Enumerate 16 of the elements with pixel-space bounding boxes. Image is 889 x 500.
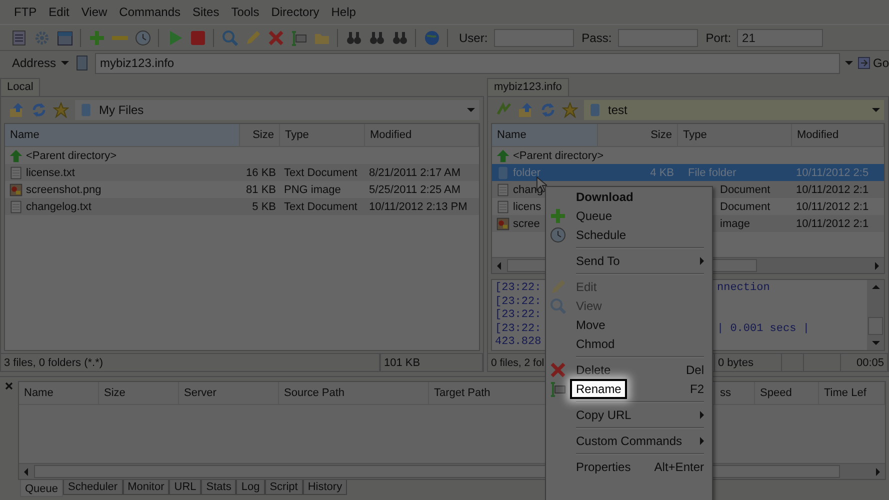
port-label: Port: (706, 30, 732, 45)
log-line: [23:22: (495, 296, 542, 308)
shortcut-text: F2 (690, 382, 704, 396)
log-line: [23:22: (495, 282, 542, 294)
transferred-size: 0 bytes (715, 354, 782, 372)
total-size: 101 KB (380, 354, 483, 372)
log-line: nnection (717, 282, 770, 296)
elapsed-time: 00:05 (841, 354, 888, 372)
log-line: [23:22: (495, 309, 542, 322)
log-line: 423.828 (495, 336, 542, 348)
status-text: 3 files, 0 folders (*.*) (1, 354, 380, 372)
user-label: User: (459, 30, 488, 45)
shortcut-text: Alt+Enter (654, 460, 704, 474)
pass-label: Pass: (582, 30, 612, 45)
log-line: | 0.001 secs | (717, 322, 810, 336)
log-line: [23:22: (495, 322, 542, 335)
